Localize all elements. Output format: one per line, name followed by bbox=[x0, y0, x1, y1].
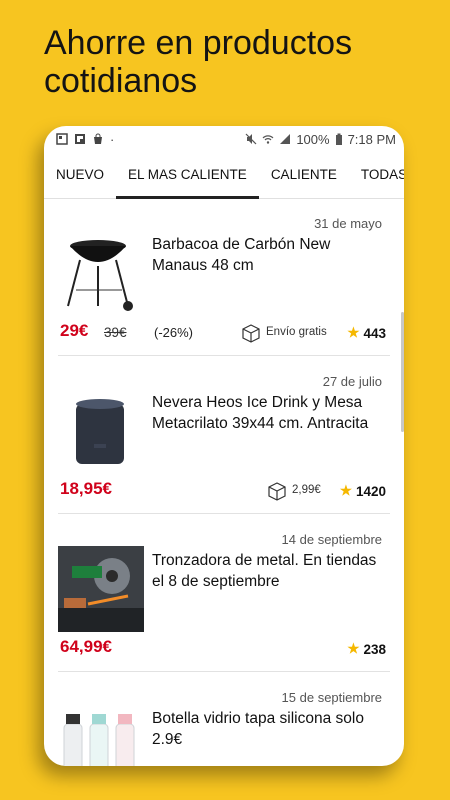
deal-title[interactable]: Nevera Heos Ice Drink y Mesa Metacrilato… bbox=[152, 392, 386, 434]
deal-price: 29€ bbox=[60, 321, 89, 340]
status-bar: · 100% 7:18 PM bbox=[44, 126, 404, 152]
deal-title[interactable]: Botella vidrio tapa silicona solo 2.9€ bbox=[152, 708, 386, 750]
deal-discount: (-26%) bbox=[154, 325, 194, 340]
deal-title[interactable]: Tronzadora de metal. En tiendas el 8 de … bbox=[152, 550, 386, 592]
deal-card[interactable]: 15 de septiembre Botella vidrio tapa sil… bbox=[58, 672, 390, 766]
deal-date: 27 de julio bbox=[322, 374, 382, 389]
deal-price: 64,99€ bbox=[60, 637, 112, 656]
star-icon: ★ bbox=[339, 483, 352, 498]
shipping-label: Envío gratis bbox=[266, 326, 327, 338]
deal-title[interactable]: Barbacoa de Carbón New Manaus 48 cm bbox=[152, 234, 386, 276]
deal-date: 14 de septiembre bbox=[281, 532, 382, 547]
shipping-info: 2,99€ bbox=[266, 479, 321, 501]
phone-screen: · 100% 7:18 PM NUEVO EL MAS CALIENTE CAL… bbox=[44, 126, 404, 766]
tab-todas[interactable]: TODAS bbox=[349, 152, 404, 198]
star-icon: ★ bbox=[347, 641, 360, 656]
deal-price: 18,95€ bbox=[60, 479, 112, 498]
deals-list: 31 de mayo Barbacoa de Carbón New Manaus… bbox=[44, 198, 404, 766]
flipboard-icon bbox=[75, 134, 85, 144]
shopping-bag-icon bbox=[94, 133, 102, 144]
charcoal-grill-image bbox=[67, 240, 133, 311]
scrollbar[interactable] bbox=[401, 312, 404, 432]
deal-score: ★ 238 bbox=[347, 641, 386, 657]
delivery-box-icon bbox=[268, 482, 286, 501]
deal-score: ★ 443 bbox=[347, 325, 386, 341]
promo-headline: Ahorre en productos cotidianos bbox=[44, 24, 434, 100]
deal-score: ★ 1420 bbox=[340, 483, 386, 499]
tab-nuevo[interactable]: NUEVO bbox=[44, 152, 116, 198]
mute-icon bbox=[245, 133, 257, 145]
battery-icon bbox=[335, 133, 342, 145]
tab-el-mas-caliente[interactable]: EL MAS CALIENTE bbox=[116, 152, 259, 199]
signal-icon bbox=[280, 134, 291, 144]
star-icon: ★ bbox=[347, 325, 360, 340]
score-value: 238 bbox=[363, 641, 386, 657]
score-value: 443 bbox=[363, 325, 386, 341]
tab-caliente[interactable]: CALIENTE bbox=[259, 152, 349, 198]
score-value: 1420 bbox=[355, 483, 386, 499]
delivery-box-icon bbox=[242, 324, 260, 343]
category-tabs: NUEVO EL MAS CALIENTE CALIENTE TODAS bbox=[44, 152, 404, 199]
dot-indicator: · bbox=[110, 131, 115, 147]
deal-date: 31 de mayo bbox=[314, 216, 382, 231]
deal-date: 15 de septiembre bbox=[281, 690, 382, 705]
clock: 7:18 PM bbox=[347, 131, 396, 147]
headline-line-2: cotidianos bbox=[44, 62, 198, 100]
deal-card[interactable]: 14 de septiembre Tronzadora de metal. En… bbox=[58, 514, 390, 672]
deal-card[interactable]: 31 de mayo Barbacoa de Carbón New Manaus… bbox=[58, 198, 390, 356]
headline-line-1: Ahorre en productos bbox=[44, 24, 353, 62]
metal-cutoff-saw-image bbox=[58, 546, 144, 632]
deal-card[interactable]: 27 de julio Nevera Heos Ice Drink y Mesa… bbox=[58, 356, 390, 514]
shipping-label: 2,99€ bbox=[292, 484, 321, 496]
wifi-icon bbox=[262, 135, 274, 144]
shipping-info: Envío gratis bbox=[240, 321, 327, 343]
glass-bottles-image bbox=[63, 714, 135, 766]
gallery-icon bbox=[56, 133, 68, 145]
battery-percent: 100% bbox=[296, 131, 330, 147]
drink-cooler-image bbox=[76, 399, 124, 464]
deal-old-price: 39€ bbox=[104, 325, 127, 340]
